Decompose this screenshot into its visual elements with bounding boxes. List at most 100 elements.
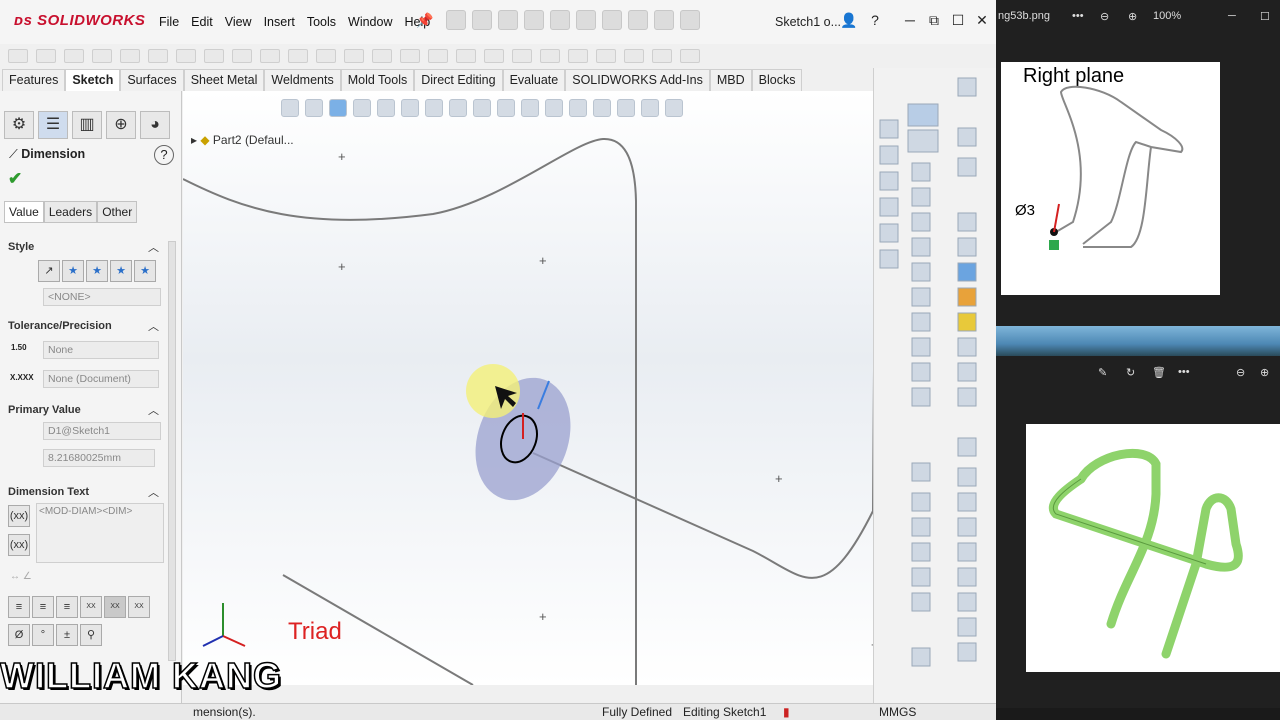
relations-side-icon[interactable] (911, 647, 931, 667)
subtab-leaders[interactable]: Leaders (43, 201, 98, 223)
appearances-icon[interactable] (879, 223, 899, 243)
instant2d-icon[interactable] (568, 49, 588, 63)
filter-notes-icon[interactable] (957, 617, 977, 637)
ok-check-button[interactable]: ✔ (8, 169, 22, 189)
subtab-other[interactable]: Other (97, 201, 138, 223)
filter-centers-icon[interactable] (957, 517, 977, 537)
home-icon[interactable] (446, 10, 466, 30)
graphics-area[interactable]: ▸ ◆ Part2 (Defaul... + + + + + + (183, 91, 873, 685)
sketch-path-diagonal[interactable] (532, 91, 873, 579)
align-right-icon[interactable]: ≡ (56, 596, 78, 618)
slot-icon[interactable] (176, 49, 196, 63)
dimension-value-field[interactable]: 8.21680025mm (43, 449, 155, 467)
pm-scrollbar[interactable] (168, 241, 176, 661)
select-icon[interactable] (602, 10, 622, 30)
subtab-value[interactable]: Value (4, 201, 44, 223)
add-style-icon[interactable]: ★ (62, 260, 84, 282)
align-center-icon[interactable]: ≡ (32, 596, 54, 618)
load-style-icon[interactable]: ★ (134, 260, 156, 282)
filter-planes-icon[interactable] (957, 362, 977, 382)
linear-pattern-icon[interactable] (400, 49, 420, 63)
rect-side-icon[interactable] (911, 187, 931, 207)
restore-button[interactable]: ⧉ (926, 12, 942, 28)
text-below-icon[interactable]: XX (128, 596, 150, 618)
tolerance-collapse-icon[interactable]: ︿ (148, 318, 159, 334)
smart-dim-side-icon[interactable] (907, 129, 939, 153)
filter-gtol-icon[interactable] (957, 592, 977, 612)
curve-side-icon[interactable] (911, 312, 931, 332)
tab-surfaces[interactable]: Surfaces (120, 69, 184, 91)
tolerance-type-select[interactable]: None (43, 341, 159, 359)
filter-datum-icon[interactable] (957, 642, 977, 662)
filter-surfaces-icon[interactable] (957, 262, 977, 282)
minimize-button[interactable]: ─ (902, 12, 918, 28)
convert-side-icon[interactable] (911, 287, 931, 307)
quick-snaps-icon[interactable] (512, 49, 532, 63)
dimension-text-area[interactable]: <MOD-DIAM><DIM> (36, 503, 164, 563)
more-image-options-icon[interactable]: ••• (1178, 366, 1190, 378)
sketch-picture-icon[interactable] (652, 49, 672, 63)
feature-manager-icon[interactable]: ⚙ (4, 111, 34, 139)
user-icon[interactable]: 👤 (840, 12, 857, 28)
filter-sketch-icon[interactable] (957, 437, 977, 457)
add-parentheses-button[interactable]: (xx) (8, 505, 30, 527)
status-units[interactable]: MMGS (879, 705, 916, 719)
rectangle-icon[interactable] (92, 49, 112, 63)
dimension-text-collapse-icon[interactable]: ︿ (148, 484, 159, 500)
custom-properties-icon[interactable] (879, 249, 899, 269)
home-view-icon[interactable] (879, 119, 899, 139)
filter-vertices-icon[interactable] (957, 212, 977, 232)
filter-dims-icon[interactable] (957, 542, 977, 562)
menu-insert[interactable]: Insert (258, 15, 301, 29)
zoom-in-2-icon[interactable]: ⊕ (1260, 366, 1269, 379)
pin-icon[interactable]: 📌 (416, 12, 433, 28)
polygon-side-icon[interactable] (911, 387, 931, 407)
options-gear-icon[interactable] (680, 10, 700, 30)
filter-midpoints-icon[interactable] (957, 492, 977, 512)
file-properties-icon[interactable] (654, 10, 674, 30)
offset-side-icon[interactable] (911, 542, 931, 562)
menu-view[interactable]: View (219, 15, 258, 29)
menu-edit[interactable]: Edit (185, 15, 219, 29)
filter-edges-icon[interactable] (957, 127, 977, 147)
filter-points-icon[interactable] (957, 387, 977, 407)
fillet-side-icon[interactable] (911, 362, 931, 382)
smart-dimension-icon[interactable] (36, 49, 56, 63)
print-icon[interactable] (550, 10, 570, 30)
maximize-button[interactable]: ☐ (950, 12, 966, 28)
plus-minus-symbol-button[interactable]: ± (56, 624, 78, 646)
help-icon[interactable]: ? (867, 12, 883, 28)
tab-mold-tools[interactable]: Mold Tools (340, 69, 415, 91)
menu-file[interactable]: File (153, 15, 185, 29)
arc-side-icon[interactable] (911, 262, 931, 282)
tools-more-icon[interactable] (680, 49, 700, 63)
delete-image-icon[interactable]: 🗑 (1152, 366, 1166, 379)
more-options-icon[interactable]: ••• (1072, 10, 1084, 22)
inspection-dimension-button[interactable]: (xx) (8, 534, 30, 556)
configuration-manager-icon[interactable]: ▥ (72, 111, 102, 139)
photo-minimize-icon[interactable]: ─ (1228, 10, 1236, 22)
zoom-out-2-icon[interactable]: ⊖ (1236, 366, 1245, 379)
tab-sketch[interactable]: Sketch (65, 69, 121, 91)
tab-addins[interactable]: SOLIDWORKS Add-Ins (565, 69, 710, 91)
block-side-icon[interactable] (911, 517, 931, 537)
save-style-icon[interactable]: ★ (110, 260, 132, 282)
primary-value-collapse-icon[interactable]: ︿ (148, 402, 159, 418)
filter-faces-icon[interactable] (957, 237, 977, 257)
text-icon[interactable] (260, 49, 280, 63)
select-cursor-icon[interactable] (957, 157, 977, 177)
rotate-image-icon[interactable]: ↻ (1126, 366, 1135, 379)
relations-icon[interactable] (456, 49, 476, 63)
folder-icon[interactable] (879, 171, 899, 191)
zoom-in-icon[interactable]: ⊕ (1128, 10, 1137, 23)
filter-surface-finish-icon[interactable] (957, 567, 977, 587)
undo-icon[interactable] (576, 10, 596, 30)
display-manager-icon[interactable]: ◕ (140, 111, 170, 139)
rapid-sketch-icon[interactable] (540, 49, 560, 63)
style-select[interactable]: <NONE> (43, 288, 161, 306)
arc-icon[interactable] (148, 49, 168, 63)
menu-tools[interactable]: Tools (301, 15, 342, 29)
filter-bodies-icon[interactable] (957, 312, 977, 332)
degree-symbol-button[interactable]: ° (32, 624, 54, 646)
circle-side-icon[interactable] (911, 237, 931, 257)
